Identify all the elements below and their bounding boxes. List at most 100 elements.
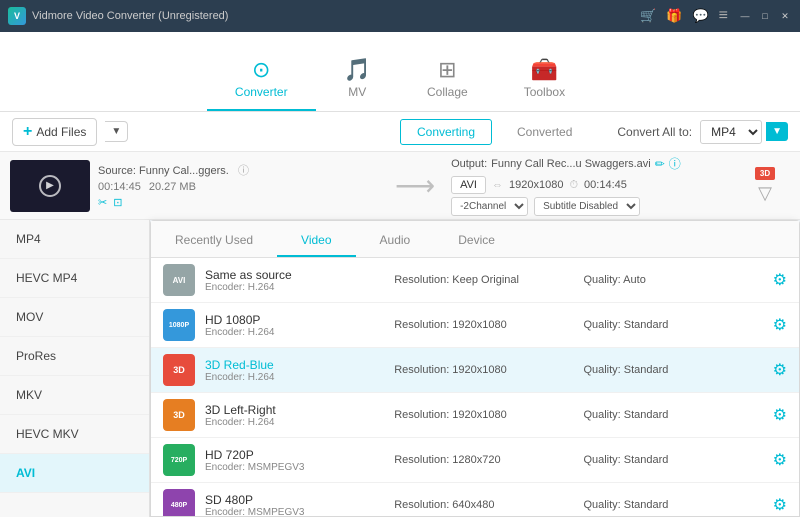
trim-icon[interactable]: ✂ [98,196,107,209]
format-icon-same: AVI [163,264,195,296]
file-row: ▶ Source: Funny Cal...ggers. ⓘ 00:14:45 … [0,152,800,220]
format-resolution-3d-lr: Resolution: 1920x1080 [394,409,573,421]
converted-tab-button[interactable]: Converted [500,119,589,145]
toolbar: + Add Files ▼ Converting Converted Conve… [0,112,800,152]
tab-toolbox-label: Toolbox [524,85,565,99]
format-encoder-720p: Encoder: MSMPEGV3 [205,462,384,473]
format-badge-avi: AVI [451,176,486,194]
panel-tab-audio[interactable]: Audio [356,225,435,257]
format-settings-3d-lr[interactable]: ⚙ [773,405,787,425]
play-button[interactable]: ▶ [39,175,61,197]
add-files-dropdown-button[interactable]: ▼ [105,121,128,142]
file-size: 20.27 MB [149,181,196,193]
panel-tab-device[interactable]: Device [434,225,519,257]
tab-converter-label: Converter [235,85,288,99]
titlebar: V Vidmore Video Converter (Unregistered)… [0,0,800,32]
format-row-hd-720p[interactable]: 720P HD 720P Encoder: MSMPEGV3 Resolutio… [151,438,799,483]
output-name-row: Output: Funny Call Rec...u Swaggers.avi … [451,155,732,172]
panel-tab-recently-used[interactable]: Recently Used [151,225,277,257]
close-button[interactable]: ✕ [778,9,792,23]
format-name-480p: SD 480P [205,493,384,507]
info-output-icon[interactable]: ⓘ [669,155,681,172]
format-list-item-mkv[interactable]: MKV [0,376,149,415]
format-row-3d-red-blue[interactable]: 3D 3D Red-Blue Encoder: H.264 Resolution… [151,348,799,393]
collage-icon: ⊞ [438,59,456,81]
resolution-label: 1920x1080 [509,179,563,191]
format-label: AVI [460,179,477,191]
format-desc-720p: HD 720P Encoder: MSMPEGV3 [205,448,384,473]
expand-icon[interactable]: ▽ [758,183,772,204]
audio-select[interactable]: -2Channel [451,197,528,216]
tab-mv-label: MV [348,85,366,99]
arrow-right-icon: ⟶ [387,169,443,202]
format-name-720p: HD 720P [205,448,384,462]
format-resolution-3d-red: Resolution: 1920x1080 [394,364,573,376]
format-settings-same[interactable]: ⚙ [773,270,787,290]
output-label: Output: [451,158,487,170]
format-resolution-1080p: Resolution: 1920x1080 [394,319,573,331]
convert-all-label: Convert All to: [617,125,692,139]
format-encoder-1080p: Encoder: H.264 [205,327,384,338]
tab-toolbox[interactable]: 🧰 Toolbox [496,51,593,111]
edit-output-icon[interactable]: ✏ [655,157,665,171]
format-name-3d-red: 3D Red-Blue [205,358,384,372]
tab-converter[interactable]: ⊙ Converter [207,51,316,111]
format-resolution-720p: Resolution: 1280x720 [394,454,573,466]
format-table: AVI Same as source Encoder: H.264 Resolu… [151,258,799,516]
file-output: Output: Funny Call Rec...u Swaggers.avi … [451,155,732,216]
add-files-button[interactable]: + Add Files [12,118,97,146]
format-desc-3d-red: 3D Red-Blue Encoder: H.264 [205,358,384,383]
format-quality-480p: Quality: Standard [583,499,762,511]
format-list-item-hevc-mp4[interactable]: HEVC MP4 [0,259,149,298]
file-info: Source: Funny Cal...ggers. ⓘ 00:14:45 20… [98,162,379,209]
convert-all-select[interactable]: MP4 AVI MKV MOV [700,120,762,144]
add-files-label: Add Files [36,125,86,139]
output-format-row: AVI ⇔ 1920x1080 ⏱ 00:14:45 [451,176,732,194]
format-list-item-mov[interactable]: MOV [0,298,149,337]
cart-icon[interactable]: 🛒 [640,8,656,24]
top-nav: ⊙ Converter 🎵 MV ⊞ Collage 🧰 Toolbox [0,32,800,112]
format-settings-480p[interactable]: ⚙ [773,495,787,515]
format-row-3d-left-right[interactable]: 3D 3D Left-Right Encoder: H.264 Resoluti… [151,393,799,438]
mv-icon: 🎵 [344,59,371,81]
convert-all-dropdown-button[interactable]: ▼ [766,122,788,141]
format-settings-1080p[interactable]: ⚙ [773,315,787,335]
app-title: Vidmore Video Converter (Unregistered) [32,10,640,22]
info-icon-source[interactable]: ⓘ [238,165,249,177]
format-settings-720p[interactable]: ⚙ [773,450,787,470]
titlebar-right-icons: 🛒 🎁 💬 ≡ [640,7,728,25]
plus-icon: + [23,123,32,141]
crop-icon[interactable]: ⊡ [113,196,122,209]
format-row-sd-480p[interactable]: 480P SD 480P Encoder: MSMPEGV3 Resolutio… [151,483,799,516]
window-controls: — □ ✕ [738,9,792,23]
subtitle-select[interactable]: Subtitle Disabled [534,197,640,216]
format-desc-same: Same as source Encoder: H.264 [205,268,384,293]
format-list-item-hevc-mkv[interactable]: HEVC MKV [0,415,149,454]
format-row-hd-1080p[interactable]: 1080P HD 1080P Encoder: H.264 Resolution… [151,303,799,348]
format-icon-480p: 480P [163,489,195,516]
format-icon-1080p: 1080P [163,309,195,341]
format-list-item-mp4[interactable]: MP4 [0,220,149,259]
format-desc-480p: SD 480P Encoder: MSMPEGV3 [205,493,384,517]
format-list-item-prores[interactable]: ProRes [0,337,149,376]
maximize-button[interactable]: □ [758,9,772,23]
gift-icon[interactable]: 🎁 [666,8,682,24]
3d-controls: 3D ▽ [740,167,790,204]
output-filename: Funny Call Rec...u Swaggers.avi [491,158,651,170]
menu-icon[interactable]: ≡ [719,7,728,25]
panel-tab-video[interactable]: Video [277,225,355,257]
format-row-same-as-source[interactable]: AVI Same as source Encoder: H.264 Resolu… [151,258,799,303]
tab-mv[interactable]: 🎵 MV [316,51,399,111]
file-thumbnail: ▶ [10,160,90,212]
format-resolution-480p: Resolution: 640x480 [394,499,573,511]
toolbox-icon: 🧰 [531,59,558,81]
minimize-button[interactable]: — [738,9,752,23]
tab-collage[interactable]: ⊞ Collage [399,51,496,111]
format-settings-3d-red[interactable]: ⚙ [773,360,787,380]
message-icon[interactable]: 💬 [692,8,708,24]
format-encoder-3d-lr: Encoder: H.264 [205,417,384,428]
converting-tab-button[interactable]: Converting [400,119,492,145]
format-quality-same: Quality: Auto [583,274,762,286]
format-list-item-avi[interactable]: AVI [0,454,149,493]
format-icon-3d-red: 3D [163,354,195,386]
